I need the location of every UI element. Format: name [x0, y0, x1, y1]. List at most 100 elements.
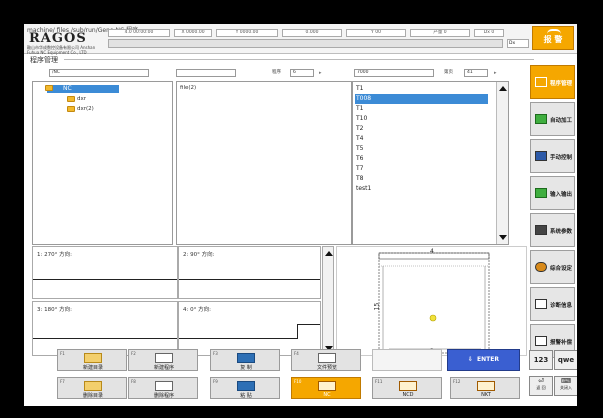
enter-button[interactable]: ⇩ ENTER	[447, 349, 520, 371]
file-list-pane[interactable]: file(2)	[176, 81, 352, 245]
io-board-icon	[535, 188, 547, 198]
page-label: 第页	[444, 70, 453, 75]
status-field: Y 0000.00	[216, 29, 278, 37]
status-field: Dx 0	[474, 29, 504, 37]
page-arrow-icon[interactable]: ▸	[494, 70, 497, 76]
floppy-disk-icon	[535, 77, 547, 87]
f12-nkt-button[interactable]: F12 NKT	[450, 377, 520, 399]
ncd-icon	[399, 381, 417, 391]
alarm-button[interactable]: 报 警	[532, 26, 574, 50]
nc-icon	[318, 381, 336, 391]
tree-root-label: NC	[63, 85, 72, 92]
profile-line	[297, 324, 320, 325]
scroll-up-icon[interactable]	[499, 86, 507, 91]
f10-nc-button[interactable]: F10 NC	[291, 377, 361, 399]
folder-tree-pane[interactable]: ⊟ NC dxr dxr(2)	[32, 81, 173, 245]
blank-key[interactable]	[372, 349, 442, 371]
keyboard-icon: ⌨	[560, 377, 572, 385]
status-field: 4.0 00:00:00	[108, 29, 170, 37]
tool-scrollbar[interactable]	[496, 82, 508, 244]
direction-panel-3: 3: 180° 方向:	[32, 301, 178, 356]
direction-label: 4: 0° 方向:	[183, 307, 211, 313]
profile-step	[297, 324, 298, 339]
status-field: Y 00	[346, 29, 406, 37]
scroll-up-icon[interactable]	[325, 251, 333, 256]
menu-auto-process[interactable]: 自动加工	[530, 102, 575, 136]
tool-item[interactable]: T4	[355, 134, 488, 144]
menu-io[interactable]: 输入输出	[530, 176, 575, 210]
profile-line	[33, 279, 177, 280]
profile-line	[179, 338, 297, 339]
company-logo: RAGOS	[29, 31, 87, 46]
preview-side-label: 15	[373, 302, 381, 311]
tool-item[interactable]: T1	[355, 84, 488, 94]
manual-control-icon	[535, 151, 547, 161]
expand-icon: ⊟	[39, 85, 44, 91]
tool-item[interactable]: T2	[355, 124, 488, 134]
f2-new-program-button[interactable]: F2 新建程序	[128, 349, 198, 371]
company-subtitle: 鞍山市华成数控设备有限公司 Anshan Fuhua NC Equipment …	[27, 45, 96, 55]
count-field[interactable]: 6	[290, 69, 314, 77]
section-title: 程序管理	[30, 56, 58, 64]
numeric-keypad-button[interactable]: 123	[529, 350, 553, 370]
tool-item[interactable]: T7	[355, 164, 488, 174]
tool-item[interactable]: T6	[355, 154, 488, 164]
lock-input-button[interactable]: ⌨ 关闭入	[554, 376, 577, 396]
back-button[interactable]: ⏎ 返 回	[529, 376, 553, 396]
f11-ncd-button[interactable]: F11 NCD	[372, 377, 442, 399]
profile-line	[179, 279, 320, 280]
tool-item[interactable]: T10	[355, 114, 488, 124]
preview-icon	[318, 353, 336, 363]
tool-item[interactable]: T8	[355, 174, 488, 184]
menu-settings[interactable]: 综合设定	[530, 250, 575, 284]
header-bar: machine/ files /sub/run/Gene NC 程序 RAGOS…	[24, 24, 577, 55]
folder-icon	[67, 106, 75, 112]
part-preview-panel: 4 15 3	[336, 246, 527, 356]
part-preview-svg	[378, 252, 490, 354]
menu-program-manage[interactable]: 程序管理	[530, 65, 575, 99]
tool-item[interactable]: T008	[355, 94, 488, 104]
tree-child[interactable]: dxr(2)	[67, 106, 94, 112]
tool-path-field[interactable]: 7000	[354, 69, 434, 77]
message-bar	[108, 39, 503, 48]
f1-new-folder-button[interactable]: F1 新建目录	[57, 349, 127, 371]
direction-panel-4: 4: 0° 方向:	[178, 301, 321, 356]
hmi-screen: machine/ files /sub/run/Gene NC 程序 RAGOS…	[24, 24, 577, 406]
tool-list-pane[interactable]: T1 T008 T1 T10 T2 T4 T5 T6 T7 T8 test1	[352, 81, 509, 245]
system-params-icon	[535, 225, 547, 235]
menu-system-params[interactable]: 系统参数	[530, 213, 575, 247]
direction-label: 2: 90° 方向:	[183, 252, 215, 258]
file-path-field[interactable]	[176, 69, 236, 77]
alpha-keyboard-button[interactable]: qwe	[554, 350, 577, 370]
f4-preview-button[interactable]: F4 文件预览	[291, 349, 361, 371]
file-item[interactable]: file(2)	[180, 85, 196, 91]
menu-diagnosis[interactable]: 诊断信息	[530, 287, 575, 321]
scroll-down-icon[interactable]	[499, 235, 507, 240]
page-field[interactable]: 41	[464, 69, 488, 77]
paste-icon	[237, 381, 255, 391]
tree-child[interactable]: dxr	[67, 96, 86, 102]
f3-copy-button[interactable]: F3 复 制	[210, 349, 280, 371]
menu-manual-control[interactable]: 手动控制	[530, 139, 575, 173]
tool-item[interactable]: T1	[355, 104, 488, 114]
count-label: 程序	[272, 70, 281, 75]
copy-icon	[237, 353, 255, 363]
f7-delete-folder-button[interactable]: F7 删除目录	[57, 377, 127, 399]
status-field: 产量 0	[410, 29, 470, 37]
nkt-icon	[477, 381, 495, 391]
divider	[64, 59, 534, 60]
folder-icon	[45, 85, 54, 91]
f8-delete-program-button[interactable]: F8 删除程序	[128, 377, 198, 399]
tree-root[interactable]: ⊟	[39, 85, 55, 91]
graph-scrollbar[interactable]	[322, 246, 334, 356]
gear-icon	[535, 262, 547, 272]
count-arrow-icon[interactable]: ▸	[319, 70, 322, 76]
tree-path-field[interactable]: /NC	[49, 69, 149, 77]
status-small: Dx	[507, 39, 529, 48]
tool-item[interactable]: T5	[355, 144, 488, 154]
status-field: X 0000.00	[174, 29, 212, 37]
f9-paste-button[interactable]: F9 粘 贴	[210, 377, 280, 399]
new-program-icon	[155, 353, 173, 363]
tool-item[interactable]: test1	[355, 184, 488, 194]
diagnosis-icon	[535, 299, 547, 309]
